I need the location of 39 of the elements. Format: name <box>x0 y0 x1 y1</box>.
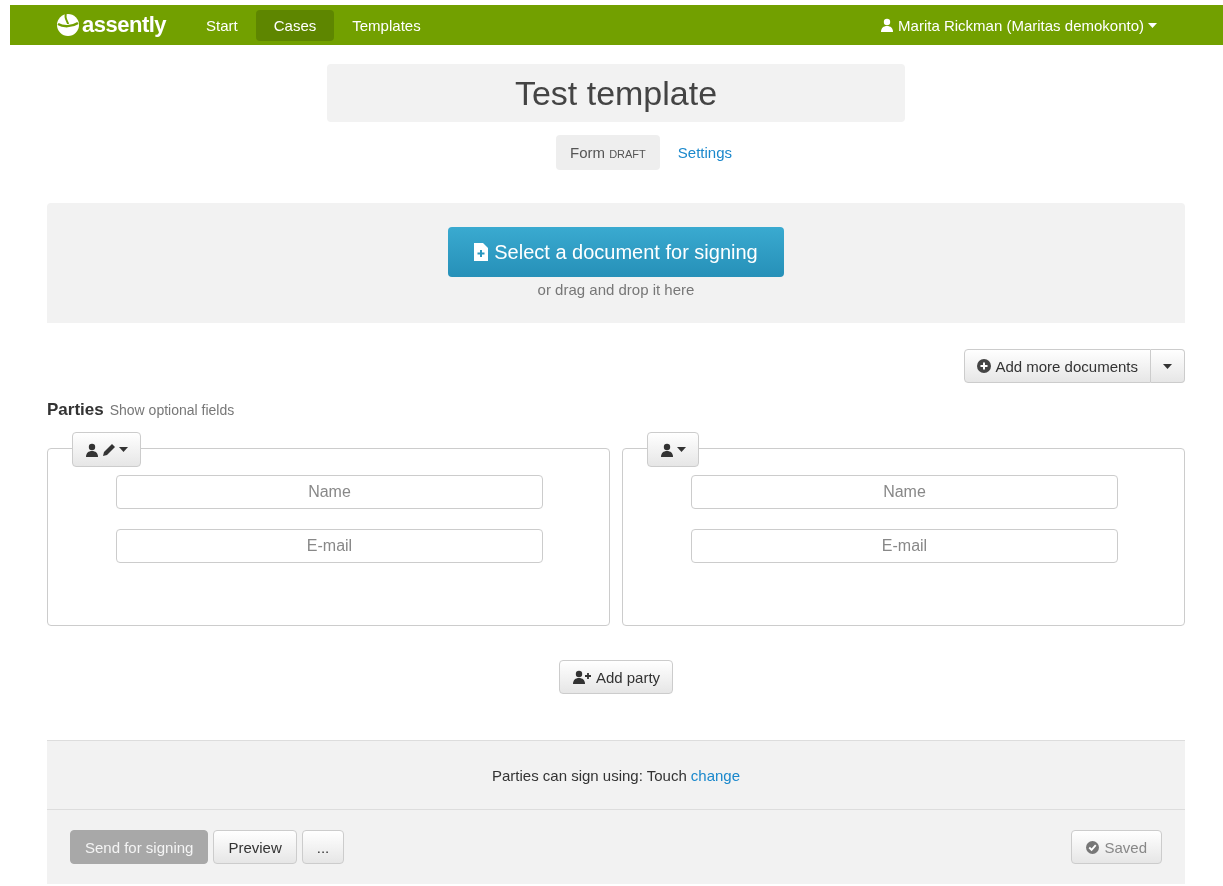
check-circle-icon <box>1086 840 1100 854</box>
nav-link[interactable]: Start <box>188 9 256 41</box>
footer-button[interactable]: Preview <box>213 830 297 864</box>
add-party-button[interactable]: Add party <box>558 660 674 694</box>
tab[interactable]: Settings <box>663 135 746 170</box>
drop-zone[interactable]: Select a document for signing or drag and drop it here <box>47 203 1185 323</box>
nav-link[interactable]: Cases <box>255 9 335 41</box>
drop-hint: or drag and drop it here <box>537 281 695 298</box>
text-field[interactable]: E-mail <box>116 529 543 563</box>
signing-method-text: Parties can sign using: Touch <box>491 766 687 784</box>
change-link[interactable]: change <box>690 766 741 784</box>
role-dropdown[interactable] <box>72 432 141 467</box>
user-menu[interactable]: Marita Rickman (Maritas demokonto) <box>880 16 1157 34</box>
user-icon <box>880 18 895 32</box>
text-field[interactable]: Name <box>116 475 543 509</box>
template-title[interactable]: Test template <box>327 64 905 122</box>
logo-icon <box>56 13 80 37</box>
select-document-button[interactable]: Select a document for signing <box>448 227 784 277</box>
text-field[interactable]: Name <box>691 475 1118 509</box>
text-field[interactable]: E-mail <box>691 529 1118 563</box>
caret-icon <box>1163 363 1172 369</box>
add-documents-button[interactable]: Add more documents <box>964 349 1151 383</box>
footer-button[interactable]: ... <box>301 830 345 864</box>
caret-icon <box>677 447 686 452</box>
nav-link[interactable]: Templates <box>334 9 439 41</box>
parties-heading: Parties <box>47 400 104 420</box>
user-icon <box>85 442 99 457</box>
tab[interactable]: Form DRAFT <box>555 135 660 170</box>
user-plus-icon <box>571 670 592 684</box>
plus-circle-icon <box>977 359 992 373</box>
pencil-icon <box>102 442 116 457</box>
dropdown-toggle[interactable] <box>1151 349 1185 383</box>
caret-icon <box>119 447 128 452</box>
role-dropdown[interactable] <box>647 432 699 467</box>
optional-fields-link[interactable]: Show optional fields <box>109 402 235 418</box>
file-plus-icon <box>474 243 489 261</box>
user-icon <box>660 442 674 457</box>
caret-icon <box>1148 22 1157 28</box>
logo-text: assently <box>82 12 167 38</box>
